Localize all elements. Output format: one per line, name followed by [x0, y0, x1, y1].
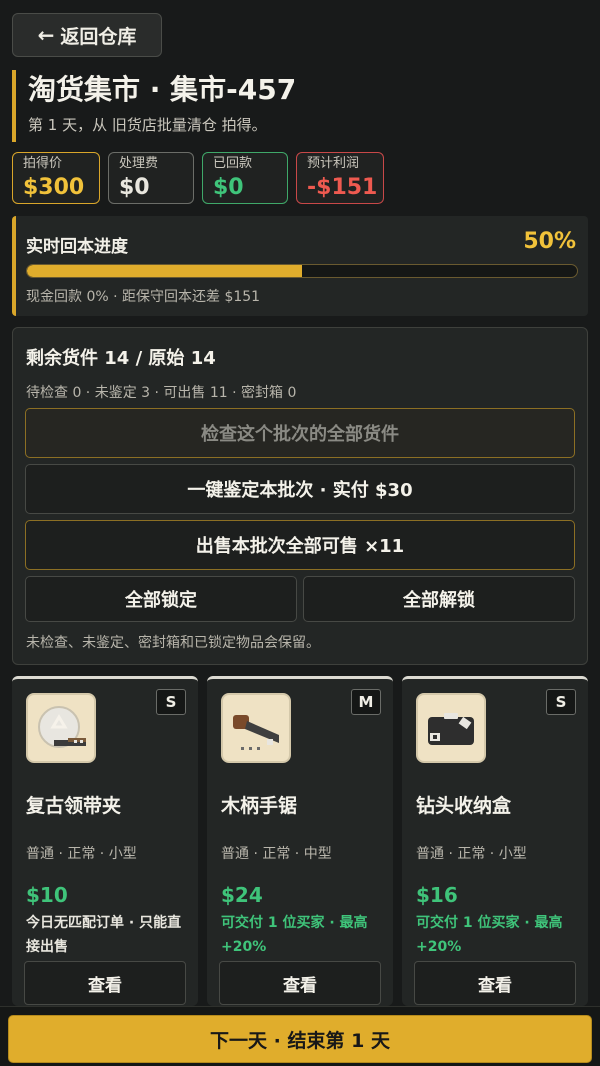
lot-actions-card: 剩余货件 14 / 原始 14 待检查 0 · 未鉴定 3 · 可出售 11 ·…	[12, 327, 588, 665]
progress-title: 实时回本进度	[26, 237, 128, 257]
page-title: 淘货集市 · 集市-457	[28, 73, 297, 106]
item-name: 钻头收纳盒	[416, 795, 512, 817]
stat-label: 拍得价	[23, 156, 63, 171]
item-order-match: 可交付 1 位买家 · 最高 +20%	[221, 915, 368, 955]
tie-clip-icon	[26, 693, 96, 763]
item-price: $24	[221, 883, 263, 907]
back-to-warehouse-button[interactable]: ← 返回仓库	[12, 13, 162, 57]
progress-percent: 50%	[523, 229, 576, 254]
next-day-button[interactable]: 下一天 · 结束第 1 天	[8, 1015, 592, 1063]
stat-received: 已回款 $0	[202, 152, 288, 204]
arrow-left-icon: ←	[37, 23, 55, 47]
stat-label: 处理费	[119, 156, 159, 171]
lot-status-counts: 待检查 0 · 未鉴定 3 · 可出售 11 · 密封箱 0	[26, 385, 297, 401]
stat-value: $0	[213, 175, 244, 200]
view-item-button[interactable]: 查看	[219, 961, 381, 1005]
payback-progress-card: 实时回本进度 50% 现金回款 0% · 距保守回本还差 $151	[12, 216, 588, 316]
size-badge: S	[156, 689, 186, 715]
stat-expected-profit: 预计利润 -$151	[296, 152, 384, 204]
progress-bar-fill	[27, 265, 302, 277]
item-card: S 复古领带夹 普通 · 正常 · 小型 $10 今日无匹配订单 · 只能直接出…	[12, 676, 198, 1006]
item-card: M 木柄手锯 普通 · 正常 · 中型 $24 可交付 1 位买家 · 最高 +…	[207, 676, 393, 1006]
lot-retention-note: 未检查、未鉴定、密封箱和已锁定物品会保留。	[26, 635, 320, 651]
stat-label: 已回款	[213, 156, 253, 171]
item-price: $10	[26, 883, 68, 907]
appraise-all-button[interactable]: 一键鉴定本批次 · 实付 $30	[25, 464, 575, 514]
progress-note: 现金回款 0% · 距保守回本还差 $151	[26, 289, 261, 305]
item-tags: 普通 · 正常 · 小型	[416, 846, 527, 862]
lot-remaining-title: 剩余货件 14 / 原始 14	[26, 348, 216, 369]
lot-header: 淘货集市 · 集市-457 第 1 天，从 旧货店批量清仓 拍得。	[12, 70, 582, 142]
item-card: S 钻头收纳盒 普通 · 正常 · 小型 $16 可交付 1 位买家 · 最高 …	[402, 676, 588, 1006]
progress-bar	[26, 264, 578, 278]
sell-all-button[interactable]: 出售本批次全部可售 ×11	[25, 520, 575, 570]
hand-saw-icon	[221, 693, 291, 763]
item-order-match: 今日无匹配订单 · 只能直接出售	[26, 915, 182, 955]
stat-label: 预计利润	[307, 156, 360, 171]
item-name: 复古领带夹	[26, 795, 122, 817]
size-badge: S	[546, 689, 576, 715]
stat-purchase-price: 拍得价 $300	[12, 152, 100, 204]
lock-all-button[interactable]: 全部锁定	[25, 576, 297, 622]
item-price: $16	[416, 883, 458, 907]
footer-bar: 下一天 · 结束第 1 天	[0, 1006, 600, 1066]
view-item-button[interactable]: 查看	[24, 961, 186, 1005]
view-item-button[interactable]: 查看	[414, 961, 576, 1005]
stat-handling-fee: 处理费 $0	[108, 152, 194, 204]
page-subtitle: 第 1 天，从 旧货店批量清仓 拍得。	[28, 116, 267, 134]
item-order-match: 可交付 1 位买家 · 最高 +20%	[416, 915, 563, 955]
back-button-label: 返回仓库	[60, 25, 137, 48]
item-grid: S 复古领带夹 普通 · 正常 · 小型 $10 今日无匹配订单 · 只能直接出…	[12, 676, 588, 1006]
stats-row: 拍得价 $300 处理费 $0 已回款 $0 预计利润 -$151	[12, 152, 384, 204]
stat-value: -$151	[307, 175, 378, 200]
size-badge: M	[351, 689, 381, 715]
item-tags: 普通 · 正常 · 中型	[221, 846, 332, 862]
drill-bit-case-icon	[416, 693, 486, 763]
stat-value: $300	[23, 175, 85, 200]
item-name: 木柄手锯	[221, 795, 298, 817]
inspect-all-button[interactable]: 检查这个批次的全部货件	[25, 408, 575, 458]
stat-value: $0	[119, 175, 150, 200]
unlock-all-button[interactable]: 全部解锁	[303, 576, 575, 622]
item-tags: 普通 · 正常 · 小型	[26, 846, 137, 862]
